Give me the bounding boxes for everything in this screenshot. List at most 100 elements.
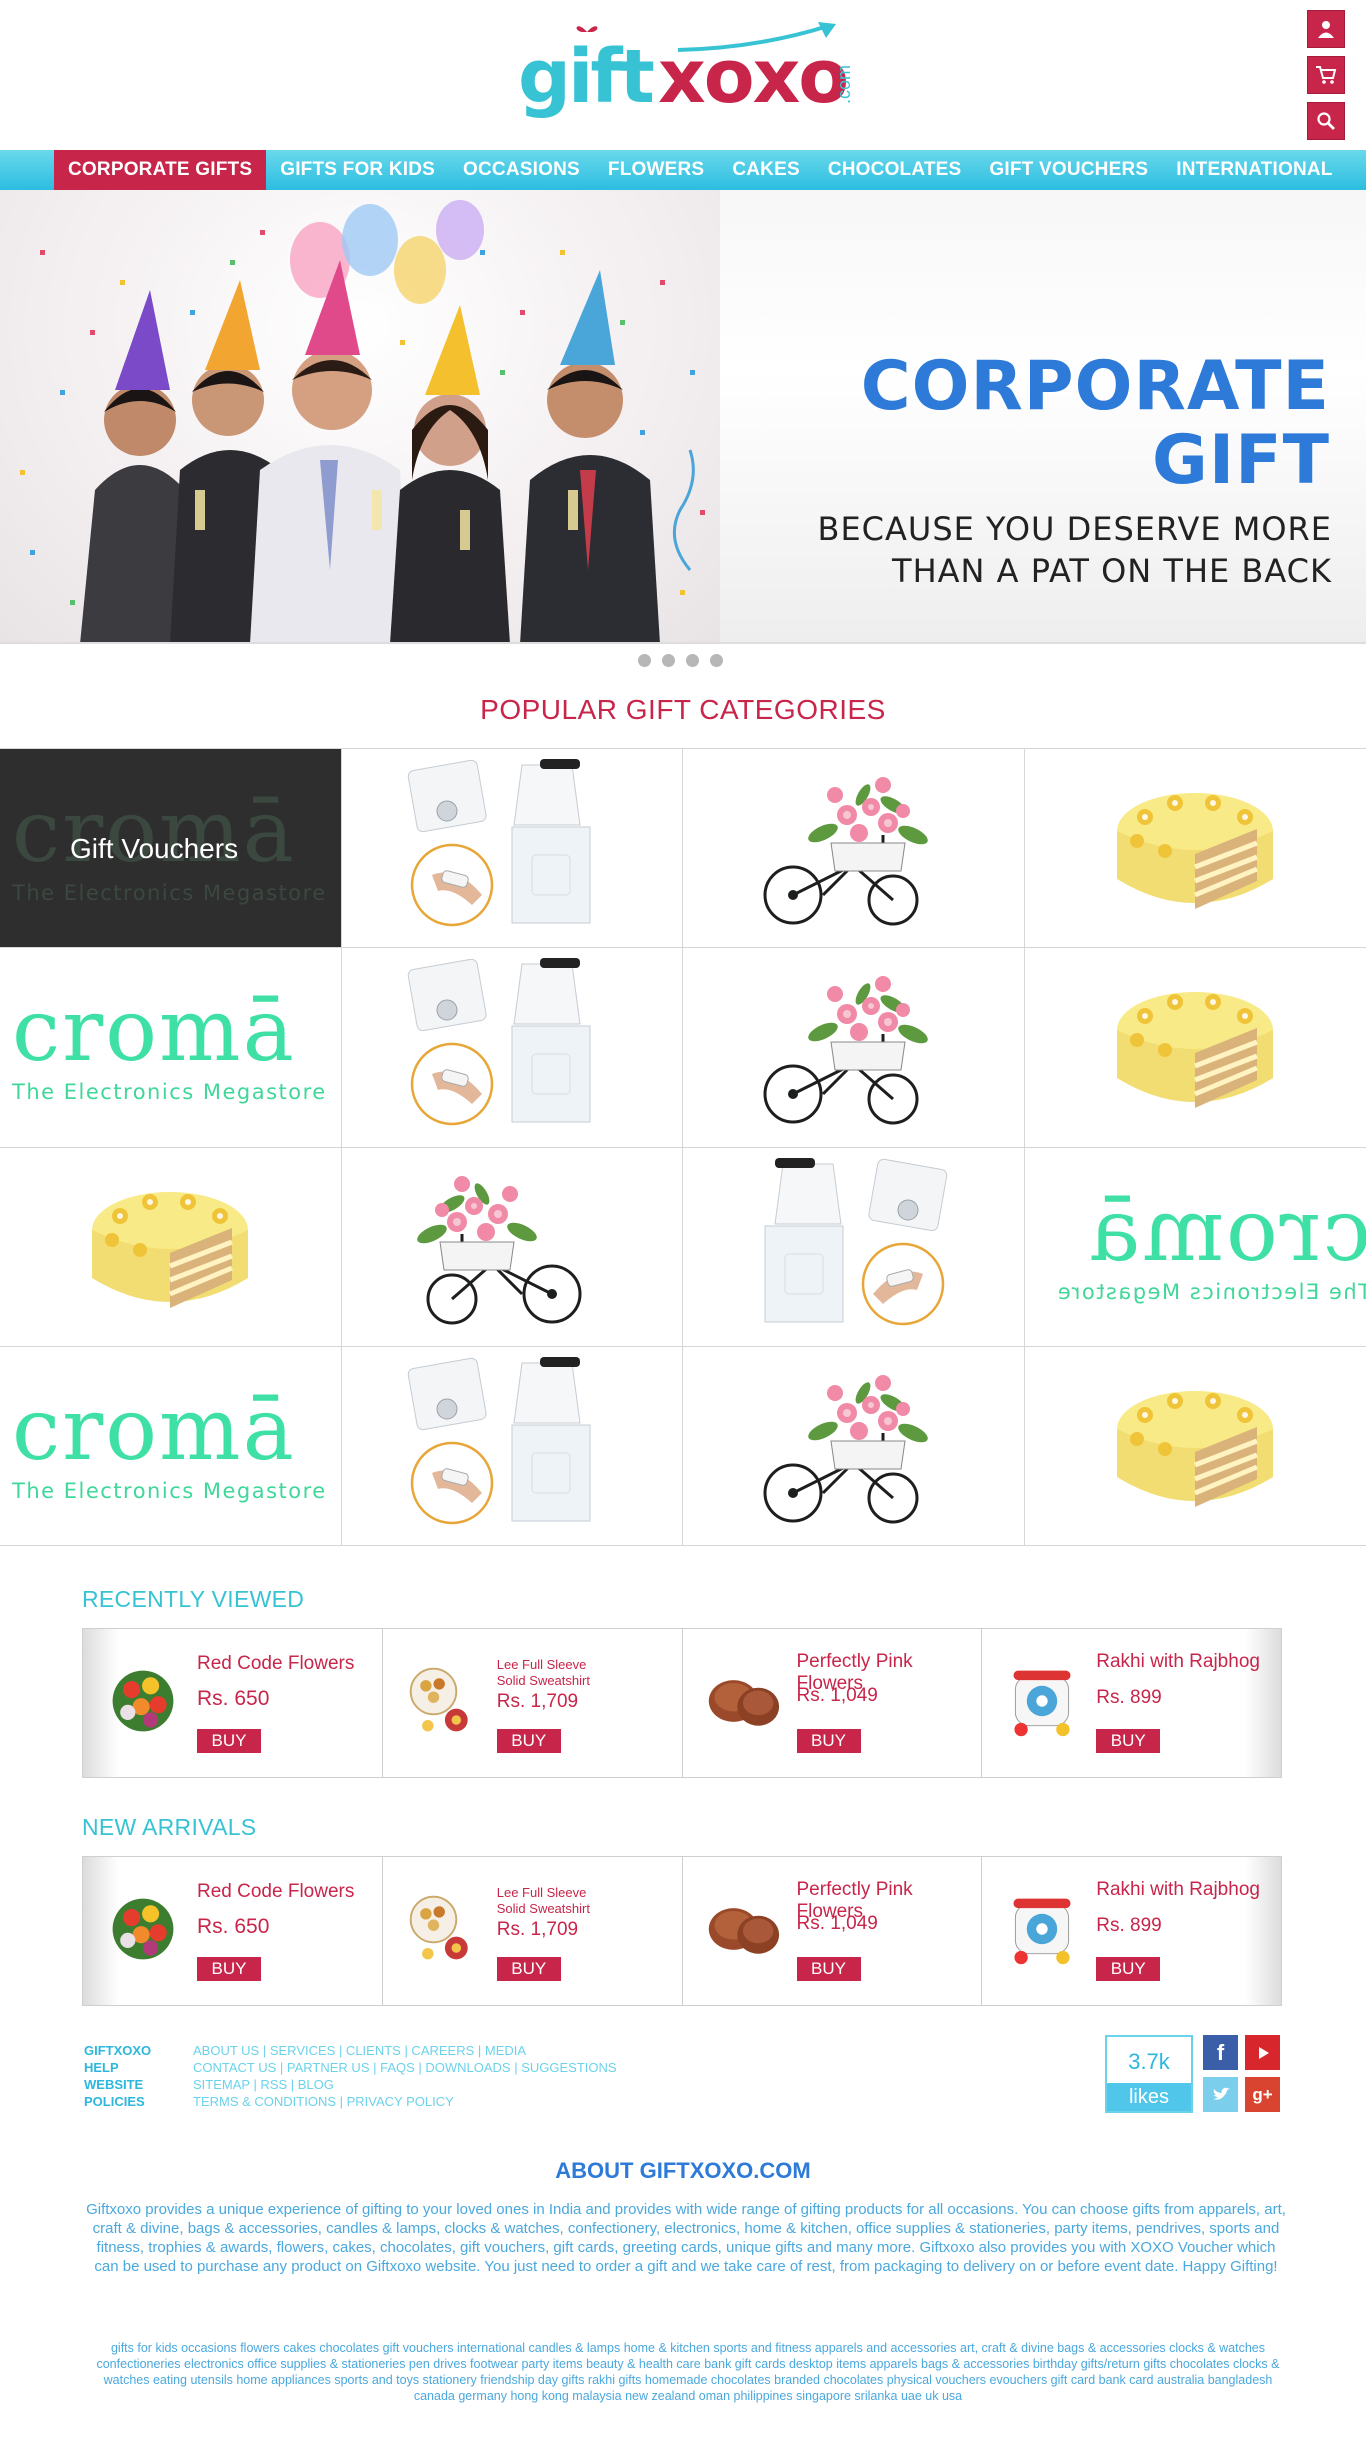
carousel-dot[interactable] [662, 654, 675, 667]
category-tile-cake[interactable] [1024, 1346, 1366, 1546]
rakhi-image [405, 1891, 481, 1967]
buy-button[interactable]: BUY [1096, 1957, 1161, 1981]
category-tile-cake[interactable] [0, 1147, 342, 1347]
pendrive-image [402, 954, 602, 1134]
popular-categories-grid: cromā The Electronics Megastore Gift Vou… [0, 748, 1366, 1546]
carousel-dot[interactable] [686, 654, 699, 667]
main-nav: CORPORATE GIFTS GIFTS FOR KIDS OCCASIONS… [0, 150, 1366, 190]
logo-com-text: .com [834, 64, 854, 104]
buy-button[interactable]: BUY [796, 1729, 861, 1753]
category-tile-flower-cart[interactable] [683, 1346, 1025, 1546]
product-card[interactable]: Lee Full Sleeve Solid Sweatshirt Rs. 1,7… [383, 1857, 683, 2005]
party-illustration [20, 200, 705, 642]
twitter-icon[interactable] [1203, 2077, 1238, 2112]
banner-title-line1: CORPORATE [860, 347, 1330, 426]
product-name: Red Code Flowers [197, 1881, 355, 1902]
youtube-icon[interactable] [1245, 2035, 1280, 2070]
product-card[interactable]: Rakhi with Rajbhog Rs. 899 BUY [982, 1857, 1281, 2005]
category-tile-pendrive[interactable] [341, 948, 683, 1148]
hero-banner[interactable]: CORPORATE GIFT BECAUSE YOU DESERVE MORE … [0, 190, 1366, 644]
product-card[interactable]: Perfectly Pink Flowers Rs. 1,049 BUY [683, 1629, 983, 1777]
buy-button[interactable]: BUY [796, 1957, 861, 1981]
footer-row-key: POLICIES [84, 2094, 145, 2109]
flower-cart-image [743, 954, 943, 1134]
category-tile-flower-cart[interactable] [683, 948, 1025, 1148]
recently-viewed-strip: Red Code Flowers Rs. 650 BUY Lee Full Sl… [82, 1628, 1282, 1778]
category-tile-cake[interactable] [1024, 948, 1366, 1148]
facebook-icon[interactable]: f [1203, 2035, 1238, 2070]
category-tile-croma[interactable]: cromā The Electronics Megastore [0, 948, 342, 1148]
cart-icon[interactable] [1307, 56, 1345, 94]
category-tile-flower-cart[interactable] [341, 1147, 683, 1347]
product-card[interactable]: Perfectly Pink Flowers Rs. 1,049 BUY [683, 1857, 983, 2005]
croma-wordmark: cromā [12, 1379, 296, 1480]
footer-row: HELP CONTACT US | PARTNER US | FAQS | DO… [84, 2059, 784, 2076]
category-tile-flower-cart[interactable] [683, 749, 1025, 949]
party-people-photo [0, 190, 720, 642]
product-name: Lee Full Sleeve Solid Sweatshirt [496, 1657, 590, 1688]
croma-logo: cromā The Electronics Megastore [12, 988, 332, 1104]
buy-button[interactable]: BUY [496, 1957, 561, 1981]
nav-gifts-for-kids[interactable]: GIFTS FOR KIDS [266, 150, 449, 190]
product-price: Rs. 1,049 [796, 1685, 878, 1706]
google-plus-icon[interactable]: g+ [1245, 2077, 1280, 2112]
nav-flowers[interactable]: FLOWERS [594, 150, 718, 190]
flower-cart-image [743, 1353, 943, 1533]
buy-button[interactable]: BUY [1096, 1729, 1161, 1753]
likes-label: likes [1107, 2083, 1191, 2111]
carousel-dot[interactable] [638, 654, 651, 667]
giftxoxo-logo[interactable]: gift xoxo .com [518, 18, 858, 120]
search-icon[interactable] [1307, 102, 1345, 140]
product-card[interactable]: Lee Full Sleeve Solid Sweatshirt Rs. 1,7… [383, 1629, 683, 1777]
category-tile-croma[interactable]: cromā The Electronics Megastore [0, 1346, 342, 1546]
footer-tag-links[interactable]: gifts for kids occasions flowers cakes c… [96, 2340, 1280, 2404]
product-name: Rakhi with Rajbhog [1096, 1879, 1260, 1900]
product-card[interactable]: Red Code Flowers Rs. 650 BUY [83, 1857, 383, 2005]
logo-gift-text: gift [518, 34, 655, 120]
banner-title-line2: GIFT [1152, 421, 1330, 500]
nav-chocolates[interactable]: CHOCOLATES [814, 150, 976, 190]
category-tile-pendrive[interactable] [683, 1147, 1025, 1347]
footer-row-links[interactable]: ABOUT US | SERVICES | CLIENTS | CAREERS … [193, 2042, 526, 2059]
footer-row-links[interactable]: TERMS & CONDITIONS | PRIVACY POLICY [193, 2093, 454, 2110]
nav-cakes[interactable]: CAKES [718, 150, 814, 190]
popular-categories-title: POPULAR GIFT CATEGORIES [480, 694, 886, 725]
buy-button[interactable]: BUY [197, 1729, 261, 1753]
category-tile-croma[interactable]: cromā The Electronics Megastore [1024, 1147, 1366, 1347]
nav-gift-vouchers[interactable]: GIFT VOUCHERS [975, 150, 1162, 190]
product-card[interactable]: Rakhi with Rajbhog Rs. 899 BUY [982, 1629, 1281, 1777]
product-card[interactable]: Red Code Flowers Rs. 650 BUY [83, 1629, 383, 1777]
chocolate-image [705, 1663, 781, 1739]
category-tile-pendrive[interactable] [341, 1346, 683, 1546]
user-icon[interactable] [1307, 10, 1345, 48]
product-price: Rs. 899 [1096, 1915, 1162, 1936]
nav-occasions[interactable]: OCCASIONS [449, 150, 594, 190]
buy-button[interactable]: BUY [496, 1729, 561, 1753]
category-tile-gift-vouchers[interactable]: cromā The Electronics Megastore Gift Vou… [0, 749, 342, 949]
bouquet-image [105, 1663, 181, 1739]
likes-counter[interactable]: 3.7k likes [1105, 2035, 1193, 2113]
about-title: ABOUT GIFTXOXO.COM [555, 2158, 811, 2183]
footer-row-links[interactable]: CONTACT US | PARTNER US | FAQS | DOWNLOA… [193, 2059, 617, 2076]
site-header: gift xoxo .com [0, 0, 1366, 150]
about-text: Giftxoxo provides a unique experience of… [86, 2201, 1286, 2275]
product-price: Rs. 1,049 [796, 1913, 878, 1934]
product-price: Rs. 650 [197, 1687, 270, 1710]
product-price: Rs. 1,709 [496, 1919, 579, 1940]
croma-wordmark: cromā [1086, 1180, 1366, 1281]
footer-row: POLICIES TERMS & CONDITIONS | PRIVACY PO… [84, 2093, 784, 2110]
buy-button[interactable]: BUY [197, 1957, 261, 1981]
chocolate-image [705, 1891, 781, 1967]
category-tile-pendrive[interactable] [341, 749, 683, 949]
product-price: Rs. 1,709 [496, 1691, 579, 1712]
footer-row-links[interactable]: SITEMAP | RSS | BLOG [193, 2076, 334, 2093]
nav-international[interactable]: INTERNATIONAL [1162, 150, 1346, 190]
carousel-dot[interactable] [710, 654, 723, 667]
footer-row: GIFTXOXO ABOUT US | SERVICES | CLIENTS |… [84, 2042, 784, 2059]
category-tile-cake[interactable] [1024, 749, 1366, 949]
banner-subtitle-line1: BECAUSE YOU DESERVE MORE [817, 510, 1332, 548]
nav-corporate-gifts[interactable]: CORPORATE GIFTS [54, 150, 267, 190]
croma-tagline: The Electronics Megastore [12, 881, 327, 905]
banner-title: CORPORATE GIFT [820, 350, 1330, 498]
toy-phone-image [1004, 1891, 1080, 1967]
